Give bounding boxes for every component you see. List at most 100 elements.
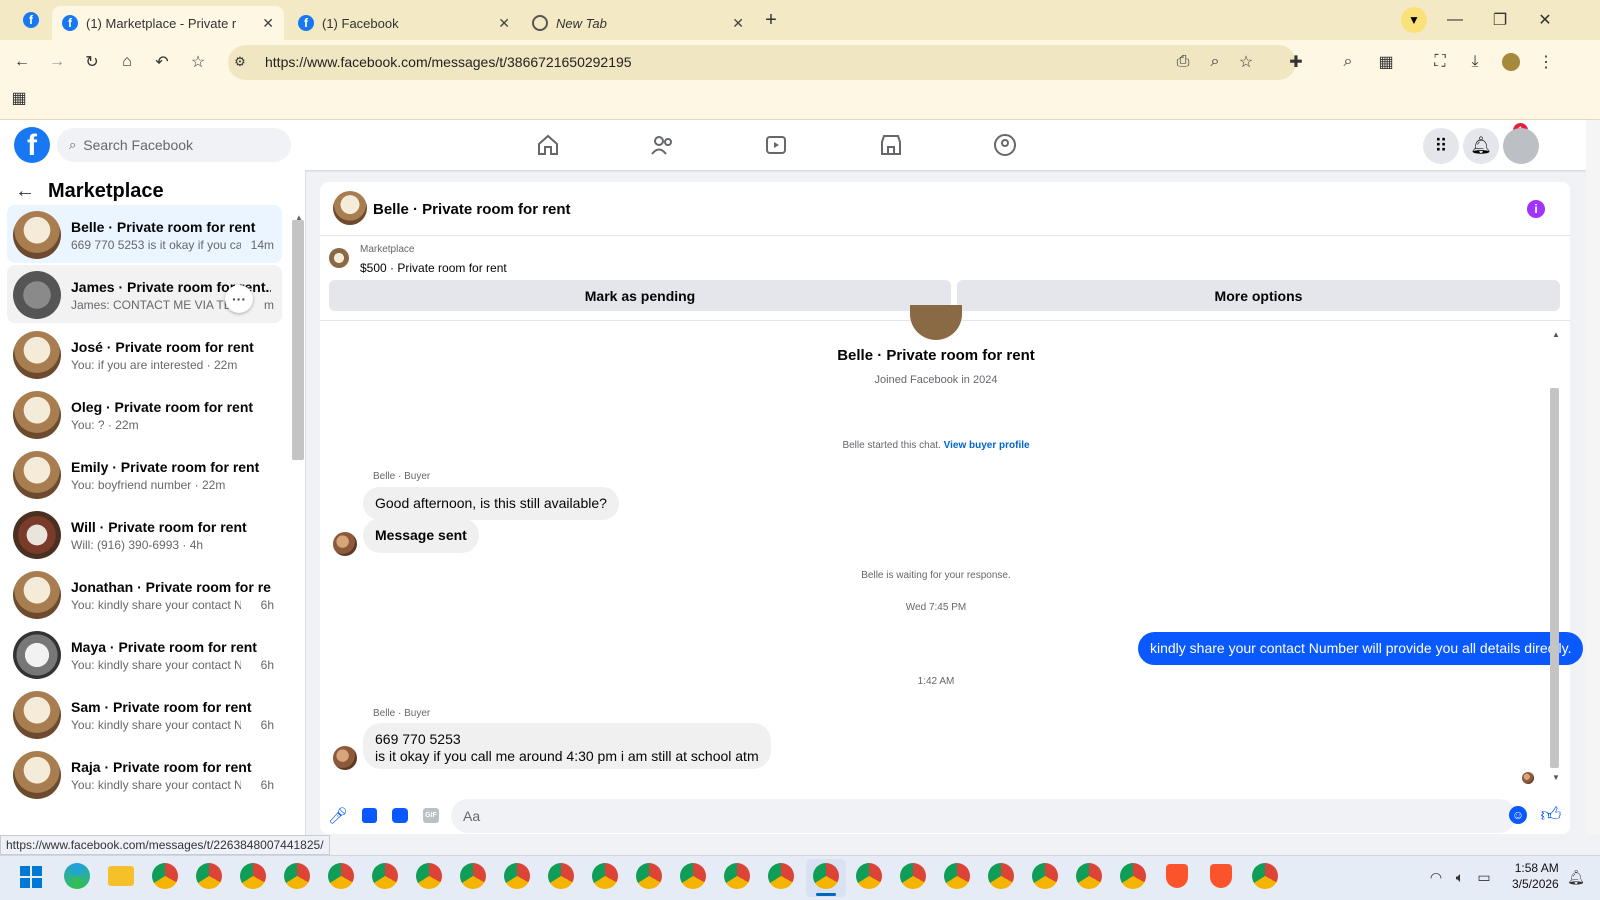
conversation-item[interactable]: Oleg · Private room for rent You: ? · 22… xyxy=(7,385,282,443)
edge-icon[interactable] xyxy=(64,863,90,889)
chat-scrollbar[interactable]: ▲ ▼ xyxy=(1548,330,1560,785)
forward-icon[interactable]: → xyxy=(46,51,68,73)
chrome-icon[interactable] xyxy=(416,863,442,889)
gif-icon[interactable]: GIF xyxy=(423,808,439,823)
tab-new-tab[interactable]: New Tab ✕ xyxy=(522,6,754,40)
apps-grid-icon[interactable]: ▦ xyxy=(8,87,30,109)
chrome-icon[interactable] xyxy=(944,863,970,889)
video-nav-icon[interactable] xyxy=(763,132,789,158)
conversation-item[interactable]: Maya · Private room for rent You: kindly… xyxy=(7,625,282,683)
menu-kebab-icon[interactable]: ⋮ xyxy=(1535,51,1557,73)
thumbs-up-icon[interactable]: 👍︎ xyxy=(1540,804,1562,826)
chat-avatar[interactable] xyxy=(333,191,367,225)
start-button-icon[interactable] xyxy=(20,866,42,888)
emoji-icon[interactable]: ☺ xyxy=(1509,806,1527,824)
sidebar-scrollbar-thumb[interactable] xyxy=(292,220,304,460)
chrome-icon[interactable] xyxy=(680,863,706,889)
chrome-icon[interactable] xyxy=(152,863,178,889)
message-bubble[interactable]: Good afternoon, is this still available? xyxy=(363,487,619,520)
profile-avatar-icon[interactable] xyxy=(1502,53,1520,71)
scroll-down-icon[interactable]: ▼ xyxy=(1552,773,1560,782)
close-tab-icon[interactable]: ✕ xyxy=(732,15,744,32)
photo-icon[interactable] xyxy=(362,808,377,823)
chat-scrollbar-thumb[interactable] xyxy=(1550,388,1559,768)
crop-icon[interactable]: ⛶ xyxy=(1429,51,1451,73)
chrome-icon[interactable] xyxy=(724,863,750,889)
file-explorer-icon[interactable] xyxy=(108,866,134,886)
sticker-icon[interactable] xyxy=(392,808,408,823)
message-bubble[interactable]: 669 770 5253 is it okay if you call me a… xyxy=(363,723,771,769)
conversation-item[interactable]: Jonathan · Private room for rent You: ki… xyxy=(7,565,282,623)
more-actions-icon[interactable]: ··· xyxy=(225,285,253,313)
new-tab-plus-icon[interactable]: + xyxy=(760,9,782,31)
chrome-icon[interactable] xyxy=(592,863,618,889)
info-icon[interactable]: i xyxy=(1527,200,1545,218)
menu-grid-button[interactable]: ⠿ xyxy=(1423,128,1459,164)
bookmark-star-icon[interactable]: ☆ xyxy=(187,51,209,73)
conversation-item[interactable]: Will · Private room for rent Will: (916)… xyxy=(7,505,282,563)
microphone-icon[interactable]: 🎤︎ xyxy=(327,805,349,827)
tab-facebook[interactable]: f (1) Facebook ✕ xyxy=(288,6,520,40)
back-arrow-icon[interactable]: ← xyxy=(14,180,36,202)
chrome-icon[interactable] xyxy=(1076,863,1102,889)
chrome-icon[interactable] xyxy=(1120,863,1146,889)
listing-thumbnail[interactable] xyxy=(329,248,349,268)
close-tab-icon[interactable]: ✕ xyxy=(498,15,510,32)
chrome-icon[interactable] xyxy=(856,863,882,889)
chrome-icon[interactable] xyxy=(1252,863,1278,889)
chrome-icon[interactable] xyxy=(372,863,398,889)
home-icon[interactable]: ⌂ xyxy=(116,51,138,73)
search-icon[interactable]: ⌕ xyxy=(1337,51,1359,73)
close-tab-icon[interactable]: ✕ xyxy=(262,15,274,32)
more-options-button[interactable]: More options xyxy=(957,280,1560,311)
qr-code-icon[interactable]: ▦ xyxy=(1375,51,1397,73)
minimize-icon[interactable]: — xyxy=(1444,9,1466,31)
wifi-icon[interactable]: ◠ xyxy=(1425,866,1447,888)
message-bubble[interactable]: Message sent xyxy=(363,518,479,553)
battery-icon[interactable]: ▭ xyxy=(1473,866,1495,888)
address-bar-url[interactable]: https://www.facebook.com/messages/t/3866… xyxy=(265,54,632,70)
page-scrollbar[interactable] xyxy=(1586,120,1600,835)
chrome-icon[interactable] xyxy=(988,863,1014,889)
reload-icon[interactable]: ↻ xyxy=(81,51,103,73)
downloads-icon[interactable]: ⤓ xyxy=(1464,51,1486,73)
chrome-icon[interactable] xyxy=(460,863,486,889)
marketplace-nav-icon[interactable] xyxy=(878,132,904,158)
chrome-icon[interactable] xyxy=(196,863,222,889)
back-icon[interactable]: ← xyxy=(11,51,33,73)
zoom-icon[interactable]: ⌕ xyxy=(1204,51,1226,73)
chrome-icon[interactable] xyxy=(240,863,266,889)
chat-contact-name[interactable]: Belle · Private room for rent xyxy=(373,201,571,218)
restore-icon[interactable]: ❐ xyxy=(1489,9,1511,31)
chrome-icon[interactable] xyxy=(1032,863,1058,889)
chrome-icon[interactable] xyxy=(548,863,574,889)
chrome-icon[interactable] xyxy=(900,863,926,889)
conversation-item[interactable]: Belle · Private room for rent 669 770 52… xyxy=(7,205,282,263)
search-facebook-input[interactable]: ⌕ Search Facebook xyxy=(57,128,291,162)
view-buyer-profile-link[interactable]: View buyer profile xyxy=(944,440,1030,451)
chrome-icon[interactable] xyxy=(504,863,530,889)
install-app-icon[interactable]: ⎙ xyxy=(1172,51,1194,73)
extensions-icon[interactable]: ✚ xyxy=(1285,51,1307,73)
my-message-bubble[interactable]: kindly share your contact Number will pr… xyxy=(1138,632,1584,665)
friends-nav-icon[interactable] xyxy=(649,132,675,158)
conversation-item[interactable]: Emily · Private room for rent You: boyfr… xyxy=(7,445,282,503)
conversation-item[interactable]: Raja · Private room for rent You: kindly… xyxy=(7,745,282,803)
message-input[interactable]: Aa xyxy=(451,799,1516,833)
listing-title[interactable]: $500 · Private room for rent xyxy=(360,261,507,275)
notification-bell-icon[interactable]: 🔔︎ xyxy=(1565,866,1587,888)
mark-as-pending-button[interactable]: Mark as pending xyxy=(329,280,951,311)
volume-icon[interactable]: 🔈︎ xyxy=(1449,866,1471,888)
chrome-icon[interactable] xyxy=(284,863,310,889)
close-window-icon[interactable]: ✕ xyxy=(1534,9,1556,31)
account-avatar[interactable] xyxy=(1503,128,1539,164)
system-clock[interactable]: 1:58 AM 3/5/2026 xyxy=(1512,860,1559,892)
site-settings-icon[interactable]: ⚙ xyxy=(229,51,251,73)
chrome-icon[interactable] xyxy=(636,863,662,889)
scroll-up-icon[interactable]: ▲ xyxy=(1552,330,1560,339)
brave-icon[interactable] xyxy=(1210,864,1232,888)
undo-icon[interactable]: ↶ xyxy=(151,51,173,73)
tab-marketplace[interactable]: f (1) Marketplace - Private room for ren… xyxy=(52,6,284,40)
conversation-item[interactable]: José · Private room for rent You: if you… xyxy=(7,325,282,383)
facebook-pinned-tab-icon[interactable]: f xyxy=(23,12,39,28)
